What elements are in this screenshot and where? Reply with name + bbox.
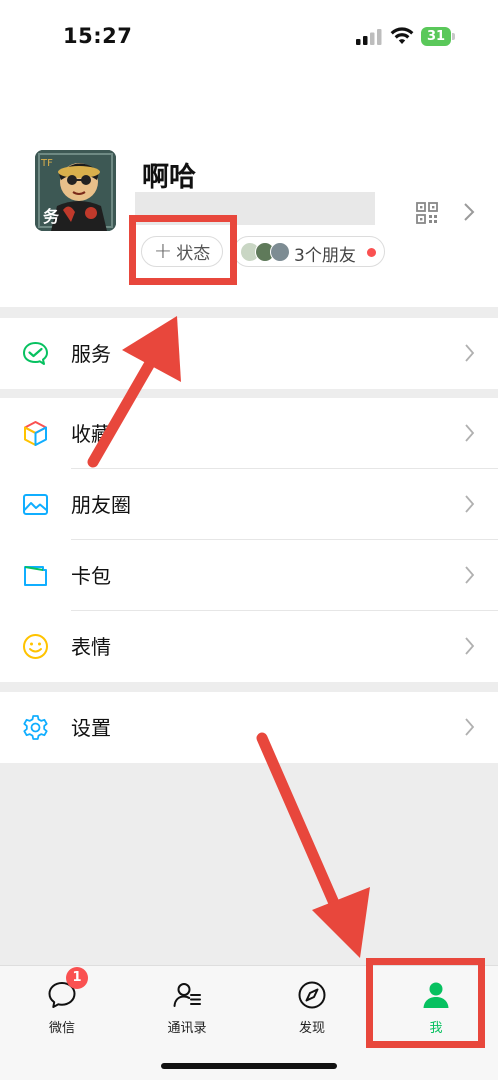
new-status-dot [367,248,376,257]
menu-item-cards[interactable]: 卡包 [0,540,498,611]
unread-badge: 1 [66,967,88,989]
status-button-label: 状态 [176,244,211,264]
tab-label-discover: 发现 [298,1021,325,1036]
compass-icon [298,981,326,1009]
menu-item-settings[interactable]: 设置 [0,692,498,763]
tab-label-chats: 微信 [48,1021,75,1036]
nickname: 啊哈 [142,162,196,193]
svg-text:TF: TF [40,158,53,169]
chevron-right-icon [465,637,475,655]
menu-label-favorites: 收藏 [71,422,111,446]
friends-status-pill[interactable]: 3个朋友 [233,236,385,267]
menu-label-stickers: 表情 [71,635,111,659]
wechat-id-redacted [135,192,375,225]
menu-label-cards: 卡包 [71,564,111,588]
contacts-icon [173,983,201,1007]
tab-contacts[interactable]: 通讯录 [125,966,249,1046]
moments-picture-icon [23,494,48,515]
status-bar: 15:27 31 [0,0,498,75]
avatar[interactable]: 务 TF [35,150,116,231]
wifi-icon [390,27,414,44]
battery-level: 31 [426,29,446,44]
menu-label-moments: 朋友圈 [71,493,131,517]
menu-group-service: 服务 [0,318,498,389]
sticker-smiley-icon [23,634,48,659]
card-wallet-icon [24,566,47,586]
friends-status-label: 3个朋友 [294,246,356,266]
chevron-right-icon [465,424,475,442]
chevron-right-icon [465,718,475,736]
menu-item-favorites[interactable]: 收藏 [0,398,498,469]
menu-group-settings: 设置 [0,692,498,763]
chevron-right-icon [465,344,475,362]
settings-gear-icon [23,715,48,740]
profile-header[interactable]: 务 TF 啊哈 + 状态 3个朋友 [0,75,498,307]
tab-me[interactable]: 我 [374,966,498,1046]
svg-text:务: 务 [43,207,60,226]
tab-discover[interactable]: 发现 [250,966,374,1046]
home-indicator [161,1063,337,1069]
chevron-right-icon [465,495,475,513]
tab-chats[interactable]: 1 微信 [0,966,124,1046]
profile-chevron-icon [464,203,475,221]
me-person-icon [423,982,449,1008]
favorites-cube-icon [24,421,47,446]
avatar-illustration-icon: 务 TF [35,150,116,231]
menu-item-stickers[interactable]: 表情 [0,611,498,682]
status-time: 15:27 [63,24,133,48]
tab-label-contacts: 通讯录 [167,1021,207,1036]
menu-label-settings: 设置 [71,716,111,740]
tab-label-me: 我 [429,1021,443,1036]
battery-icon: 31 [421,27,455,46]
add-status-button[interactable]: + 状态 [141,236,223,267]
qr-code-icon[interactable] [416,202,438,224]
menu-group-main: 收藏 朋友圈 卡包 表情 [0,398,498,682]
chevron-right-icon [465,566,475,584]
service-icon [23,342,48,365]
menu-label-service: 服务 [71,342,111,366]
menu-item-service[interactable]: 服务 [0,318,498,389]
cellular-signal-icon [356,29,382,45]
friend-avatars [240,242,298,262]
menu-item-moments[interactable]: 朋友圈 [0,469,498,540]
plus-icon: + [153,238,173,264]
